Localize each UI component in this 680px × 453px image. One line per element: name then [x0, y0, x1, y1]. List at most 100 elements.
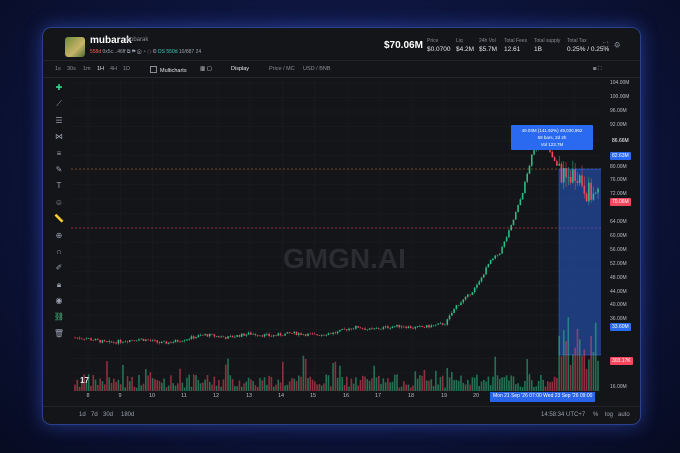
x-label: 17 [374, 393, 382, 399]
pattern-icon[interactable]: ⋈ [49, 129, 69, 145]
candle [270, 336, 273, 337]
candle [419, 325, 421, 327]
volume-bar [291, 378, 293, 391]
interval-30s[interactable]: 30s [67, 66, 76, 72]
x-label: 15 [309, 393, 317, 399]
candle [151, 339, 154, 341]
candle [147, 339, 149, 341]
emoji-icon[interactable]: ☺ [49, 195, 69, 211]
clock[interactable]: 14:58:34 UTC+7 [541, 412, 585, 418]
volume-bar [528, 374, 531, 391]
magnet-icon[interactable]: ∩ [49, 244, 69, 260]
candle [307, 333, 309, 336]
volume-bar [562, 329, 565, 391]
copy-icon[interactable]: ⧉ ⚑ ⓧ ◔ ⬡ ◍ [127, 49, 157, 55]
multicharts-toggle[interactable]: Multicharts [150, 66, 187, 74]
display-dropdown[interactable]: Display [231, 66, 249, 72]
crosshair-icon[interactable]: ✚ [49, 80, 69, 96]
candle [208, 333, 211, 337]
volume-bar [76, 379, 79, 391]
candle [263, 334, 266, 337]
trendline-icon[interactable]: ⟋ [49, 96, 69, 112]
x-label: 16 [342, 393, 350, 399]
volume-bar [542, 379, 544, 391]
candle [165, 341, 168, 344]
y-tag-vol: 303.17K [610, 357, 633, 365]
volume-bar [583, 349, 586, 391]
range-180d[interactable]: 180d [121, 412, 134, 418]
range-30d[interactable]: 30d [103, 412, 113, 418]
volume-bar [553, 376, 556, 391]
volume-bar [364, 376, 366, 391]
text-icon[interactable]: T [49, 178, 69, 194]
percent-toggle[interactable]: % [593, 412, 598, 418]
y-label: 76.00M [610, 177, 627, 183]
zoom-icon[interactable]: ⊕ [49, 228, 69, 244]
volume-bar [231, 379, 234, 391]
price-axis[interactable]: 104.00M 100.00M 96.00M 92.00M 86.66M 82.… [601, 78, 640, 391]
volume-bar [524, 380, 526, 391]
y-label: 60.00M [610, 233, 627, 239]
x-label: 20 [472, 393, 480, 399]
volume-bar [416, 378, 419, 391]
candle [252, 334, 254, 335]
horizontal-lines-icon[interactable]: ☰ [49, 113, 69, 129]
interval-4h[interactable]: 4H [110, 66, 117, 72]
volume-bar [181, 382, 184, 391]
candle [414, 326, 417, 329]
candle [505, 237, 508, 242]
log-toggle[interactable]: log [605, 412, 613, 418]
candle [361, 328, 364, 329]
candle [181, 341, 184, 342]
candle [204, 334, 206, 336]
chart-type-icon[interactable]: ▥ ▢ [200, 66, 212, 72]
range-1d[interactable]: 1d [79, 412, 86, 418]
ruler-icon[interactable]: 📏 [49, 211, 69, 227]
price-mc-toggle[interactable]: Price / MC [269, 66, 295, 72]
volume-bar [277, 379, 280, 391]
candle [138, 339, 140, 341]
candle [462, 299, 465, 303]
volume-bar [572, 354, 574, 391]
candle [565, 167, 567, 178]
candle [400, 326, 403, 328]
interval-1d[interactable]: 1D [123, 66, 130, 72]
volume-bar [131, 376, 133, 391]
volume-bar [451, 371, 453, 391]
auto-toggle[interactable]: auto [618, 412, 630, 418]
volume-bar [382, 378, 385, 391]
currency-toggle[interactable]: USD / BNB [303, 66, 331, 72]
interval-1h[interactable]: 1H [97, 66, 104, 72]
candle [170, 342, 172, 344]
trash-icon[interactable]: 🗑︎ [49, 326, 69, 342]
volume-bar [304, 358, 307, 391]
volume-bar [453, 379, 455, 391]
volume-bar [300, 376, 302, 391]
candle [183, 340, 186, 342]
eye-icon[interactable]: ◉ [49, 293, 69, 309]
camera-icon[interactable]: ◙ ⛶ [593, 66, 602, 73]
volume-bar [585, 369, 588, 391]
link-icon[interactable]: ⛓ [49, 309, 69, 325]
volume-bar [336, 377, 339, 391]
candle [298, 333, 300, 335]
interval-1s[interactable]: 1s [55, 66, 61, 72]
fib-icon[interactable]: ≡ [49, 146, 69, 162]
brush-icon[interactable]: ✎ [49, 162, 69, 178]
draw-lock-icon[interactable]: ✐ [49, 260, 69, 276]
interval-1m[interactable]: 1m [83, 66, 91, 72]
lock-icon[interactable]: 🔒︎ [49, 277, 69, 293]
stat-liq: Liq $4.2M [456, 38, 475, 53]
volume-bar [384, 382, 387, 391]
header-icons[interactable]: ⛶⚙ [603, 42, 626, 50]
candle [129, 340, 131, 342]
candle [407, 326, 410, 329]
token-address[interactable]: 0x5c...46ff [103, 49, 126, 55]
stat-24h-vol: 24h Vol $5.7M [479, 38, 498, 53]
candle [261, 335, 264, 337]
volume-bar [318, 384, 321, 391]
volume-bar [108, 377, 111, 391]
volume-bar [565, 341, 567, 391]
range-7d[interactable]: 7d [91, 412, 98, 418]
volume-bar [460, 375, 462, 391]
